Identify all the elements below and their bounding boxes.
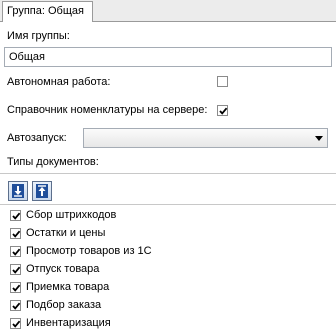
doc-type-checkbox[interactable] [10, 264, 21, 275]
move-down-icon [12, 184, 24, 198]
move-up-button[interactable] [32, 181, 52, 201]
group-name-label: Имя группы: [7, 30, 70, 42]
doc-types-list: Сбор штрихкодов Остатки и цены Просмотр … [0, 206, 336, 332]
list-item[interactable]: Подбор заказа [0, 296, 336, 313]
catalog-on-server-label: Справочник номенклатуры на сервере: [7, 104, 208, 116]
doc-type-label: Подбор заказа [26, 299, 102, 311]
list-item[interactable]: Отпуск товара [0, 260, 336, 277]
checkmark-icon [12, 212, 21, 220]
list-item[interactable]: Приемка товара [0, 278, 336, 295]
doc-type-label: Отпуск товара [26, 263, 100, 275]
list-item[interactable]: Остатки и цены [0, 224, 336, 241]
checkmark-icon [12, 284, 21, 292]
doc-type-checkbox[interactable] [10, 246, 21, 257]
autostart-label: Автозапуск: [7, 132, 67, 144]
group-name-value: Общая [9, 51, 45, 63]
autostart-select[interactable] [83, 128, 328, 148]
checkmark-icon [12, 248, 21, 256]
doc-type-checkbox[interactable] [10, 210, 21, 221]
move-up-icon [36, 184, 48, 198]
checkmark-icon [219, 107, 228, 115]
list-item[interactable]: Сбор штрихкодов [0, 206, 336, 223]
group-settings-panel: Имя группы: Общая Автономная работа: Спр… [0, 22, 336, 332]
move-down-button[interactable] [8, 181, 28, 201]
tab-label: Группа: Общая [7, 5, 84, 17]
divider [0, 173, 336, 174]
checkmark-icon [12, 230, 21, 238]
doc-type-checkbox[interactable] [10, 300, 21, 311]
doc-type-label: Остатки и цены [26, 227, 106, 239]
doc-type-checkbox[interactable] [10, 282, 21, 293]
list-item[interactable]: Просмотр товаров из 1С [0, 242, 336, 259]
checkmark-icon [12, 266, 21, 274]
tab-strip: Группа: Общая [0, 0, 336, 22]
doc-type-checkbox[interactable] [10, 228, 21, 239]
list-item[interactable]: Инвентаризация [0, 314, 336, 331]
checkmark-icon [12, 302, 21, 310]
doc-type-label: Сбор штрихкодов [26, 209, 117, 221]
doc-type-label: Приемка товара [26, 281, 110, 293]
catalog-on-server-checkbox[interactable] [217, 105, 228, 116]
group-settings-window: Группа: Общая Имя группы: Общая Автономн… [0, 0, 336, 332]
checkmark-icon [12, 320, 21, 328]
tab-group-general[interactable]: Группа: Общая [2, 1, 93, 22]
autonomous-checkbox[interactable] [217, 76, 228, 87]
group-name-field[interactable]: Общая [4, 47, 332, 67]
doc-type-label: Просмотр товаров из 1С [26, 245, 152, 257]
doc-types-label: Типы документов: [7, 156, 99, 168]
autonomous-label: Автономная работа: [7, 76, 111, 88]
divider [0, 204, 336, 205]
doc-type-checkbox[interactable] [10, 318, 21, 329]
chevron-down-icon[interactable] [315, 136, 323, 141]
doc-type-label: Инвентаризация [26, 317, 111, 329]
